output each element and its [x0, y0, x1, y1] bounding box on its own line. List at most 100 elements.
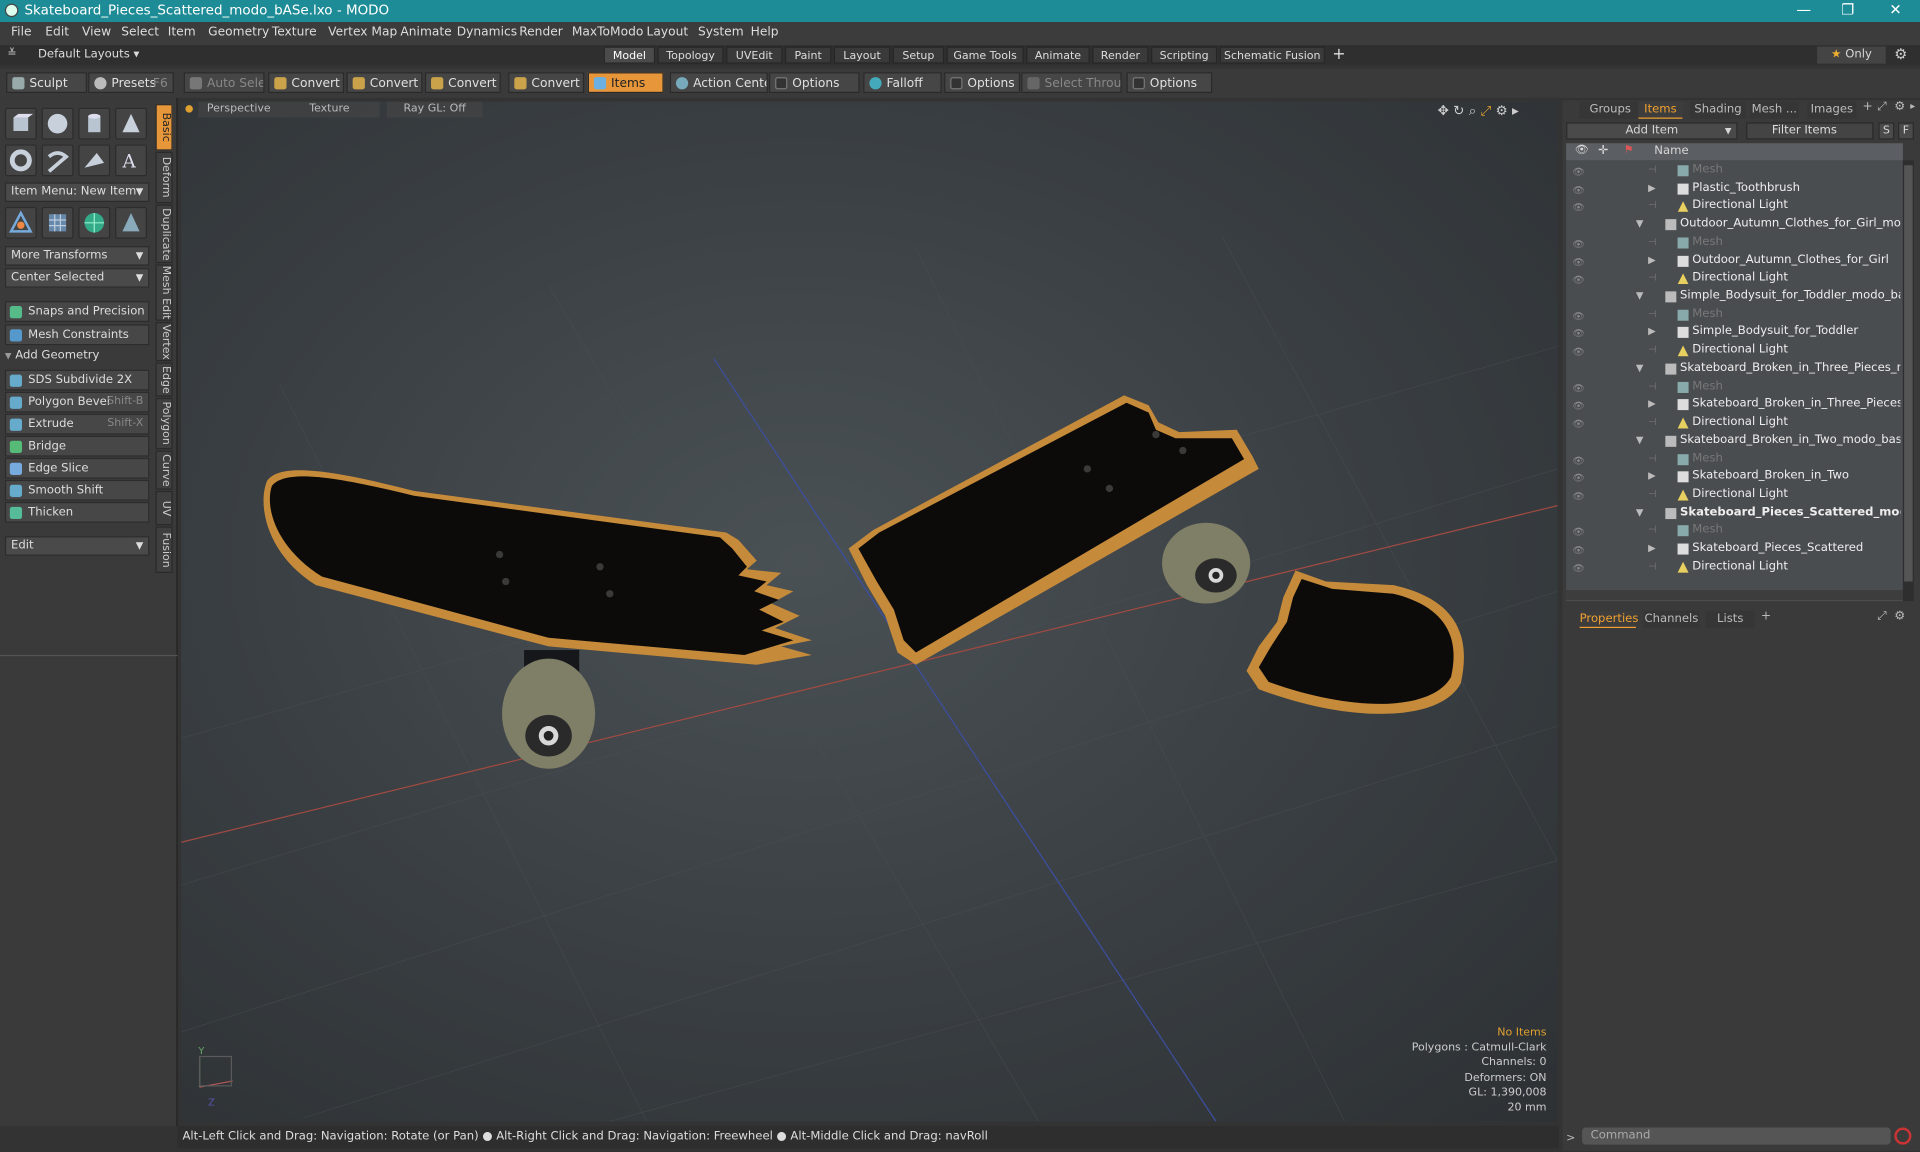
menu-edit[interactable]: Edit [45, 26, 69, 39]
tree-row[interactable]: 👁 ⊣ Mesh [1567, 234, 1900, 252]
command-input[interactable]: Command [1582, 1127, 1891, 1145]
vtab-deform[interactable]: Deform [155, 151, 173, 204]
extrude-button[interactable]: Extrude Shift-X [4, 413, 150, 435]
layout-menu-icon[interactable]: ≚ [7, 48, 16, 60]
menu-help[interactable]: Help [751, 26, 779, 39]
menu-animate[interactable]: Animate [400, 26, 451, 39]
tab-model[interactable]: Model [603, 46, 656, 64]
tree-row[interactable]: 👁 ▶ Skateboard_Pieces_Scattered [1567, 540, 1900, 558]
chevron-down-icon[interactable]: ▼ [1636, 288, 1644, 305]
tab-shading[interactable]: Shading [1689, 101, 1747, 119]
add-item-dropdown[interactable]: Add Item ▼ [1566, 122, 1738, 140]
pen-icon[interactable] [78, 144, 111, 177]
vtab-duplicate[interactable]: Duplicate [155, 204, 173, 264]
visibility-eye-icon[interactable]: 👁 [1572, 470, 1584, 484]
visibility-eye-icon[interactable]: 👁 [1572, 416, 1584, 430]
tab-lists[interactable]: Lists [1705, 610, 1755, 629]
tab-layout[interactable]: Layout [833, 46, 891, 64]
command-expand-icon[interactable]: > [1566, 1132, 1575, 1144]
tree-row[interactable]: 👁 ⊣ Mesh [1567, 522, 1900, 540]
viewport-options-icon[interactable]: ● [185, 103, 194, 114]
add-panel-tab-icon[interactable]: + [1761, 610, 1771, 623]
thicken-button[interactable]: Thicken [4, 501, 150, 523]
perspective-dropdown[interactable]: Perspective [198, 101, 280, 118]
polygon-bevel-button[interactable]: Polygon Bevel Shift-B [4, 391, 150, 413]
only-toggle[interactable]: ★ Only [1817, 46, 1886, 64]
tab-channels[interactable]: Channels [1643, 610, 1700, 629]
chevron-down-icon[interactable]: ▼ [1636, 504, 1644, 521]
convert-edges-button[interactable]: Convert [346, 72, 423, 94]
tab-schematic-fusion[interactable]: Schematic Fusion [1219, 46, 1325, 64]
menu-dynamics[interactable]: Dynamics [457, 26, 517, 39]
chevron-right-icon[interactable]: ▶ [1648, 540, 1656, 557]
tree-row[interactable]: 👁 ⊣ Directional Light [1567, 342, 1900, 360]
item-menu-dropdown[interactable]: Item Menu: New Item ▼ [4, 182, 150, 202]
tree-row[interactable]: 👁 ⊣ Mesh [1567, 378, 1900, 396]
menu-maxtomodo[interactable]: MaxToModo [572, 26, 644, 39]
filter-items-input[interactable]: Filter Items [1746, 122, 1874, 140]
visibility-eye-icon[interactable]: 👁 [1572, 452, 1584, 466]
action-center-button[interactable]: Action Center [669, 72, 768, 94]
record-icon[interactable] [1894, 1127, 1912, 1145]
properties-gear-icon[interactable]: ⚙ [1894, 610, 1905, 623]
smooth-shift-button[interactable]: Smooth Shift [4, 479, 150, 501]
tree-row[interactable]: ▼ Skateboard_Pieces_Scattered_mod ... [1567, 504, 1900, 522]
globe-icon[interactable] [78, 206, 111, 239]
tree-row[interactable]: 👁 ⊣ Directional Light [1567, 198, 1900, 216]
panel-add-icon[interactable]: + [1862, 100, 1872, 113]
minimize-button[interactable]: — [1782, 0, 1826, 22]
tree-row[interactable]: 👁 ▶ Skateboard_Broken_in_Three_Pieces [1567, 396, 1900, 414]
tab-paint[interactable]: Paint [784, 46, 832, 64]
maximize-button[interactable]: ❐ [1826, 0, 1870, 22]
tab-uvedit[interactable]: UVEdit [726, 46, 783, 64]
convert-items-button[interactable]: Convert [508, 72, 585, 94]
tree-row[interactable]: 👁 ⊣ Directional Light [1567, 270, 1900, 288]
vtab-curve[interactable]: Curve [155, 450, 173, 490]
bridge-button[interactable]: Bridge [4, 435, 150, 457]
tree-row[interactable]: ▼ Skateboard_Broken_in_Two_modo_base.lxo [1567, 432, 1900, 450]
tab-properties[interactable]: Properties [1579, 610, 1638, 629]
options-button-2[interactable]: Options [944, 72, 1021, 94]
tree-row[interactable]: 👁 ⊣ Mesh [1567, 306, 1900, 324]
chevron-down-icon[interactable]: ▼ [1636, 216, 1644, 233]
options-button-3[interactable]: Options [1126, 72, 1213, 94]
select-through-button[interactable]: Select Through [1021, 72, 1122, 94]
capsule-icon[interactable] [41, 144, 74, 177]
presets-button[interactable]: Presets F6 [88, 72, 174, 94]
tab-animate[interactable]: Animate [1026, 46, 1090, 64]
horizontal-scrollbar[interactable] [1566, 590, 1903, 600]
visibility-eye-icon[interactable]: 👁 [1572, 560, 1584, 574]
tree-row[interactable]: 👁 ⊣ Mesh [1567, 450, 1900, 468]
visibility-eye-icon[interactable]: 👁 [1572, 272, 1584, 286]
chevron-right-icon[interactable]: ▶ [1648, 324, 1656, 341]
menu-vertex-map[interactable]: Vertex Map [328, 26, 397, 39]
raygl-dropdown[interactable]: Ray GL: Off [386, 101, 483, 118]
tab-scripting[interactable]: Scripting [1151, 46, 1218, 64]
mesh-constraints-button[interactable]: Mesh Constraints [4, 324, 150, 346]
tree-row[interactable]: ▼ Outdoor_Autumn_Clothes_for_Girl_modo_..… [1567, 216, 1900, 234]
vtab-edge[interactable]: Edge [155, 362, 173, 397]
transform-icon[interactable] [4, 206, 37, 239]
tab-game-tools[interactable]: Game Tools [946, 46, 1024, 64]
tree-row[interactable]: 👁 ⊣ Directional Light [1567, 414, 1900, 432]
convert-vertices-button[interactable]: Convert [268, 72, 345, 94]
s-button[interactable]: S [1878, 122, 1895, 140]
snaps-precision-button[interactable]: Snaps and Precision [4, 301, 150, 322]
tree-row[interactable]: ▼ Simple_Bodysuit_for_Toddler_modo_base.l… [1567, 288, 1900, 306]
layout-selector[interactable]: Default Layouts ▾ [38, 48, 139, 61]
menu-texture[interactable]: Texture [272, 26, 317, 39]
tree-row[interactable]: 👁 ⊣ Directional Light [1567, 486, 1900, 504]
torus-icon[interactable] [4, 144, 37, 177]
menu-system[interactable]: System [698, 26, 744, 39]
chevron-down-icon[interactable]: ▼ [1636, 432, 1644, 449]
add-geometry-header[interactable]: ▼ Add Geometry [5, 349, 149, 362]
vtab-uv[interactable]: UV [155, 490, 173, 526]
vtab-basic[interactable]: Basic [155, 104, 173, 151]
edit-dropdown[interactable]: Edit ▼ [4, 536, 150, 556]
add-tab-icon[interactable]: + [1332, 45, 1345, 63]
tab-setup[interactable]: Setup [892, 46, 945, 64]
cube-icon[interactable] [4, 107, 37, 140]
visibility-eye-icon[interactable]: 👁 [1572, 308, 1584, 322]
text-icon[interactable]: A [115, 144, 147, 177]
more-transforms-dropdown[interactable]: More Transforms ▼ [4, 246, 150, 266]
